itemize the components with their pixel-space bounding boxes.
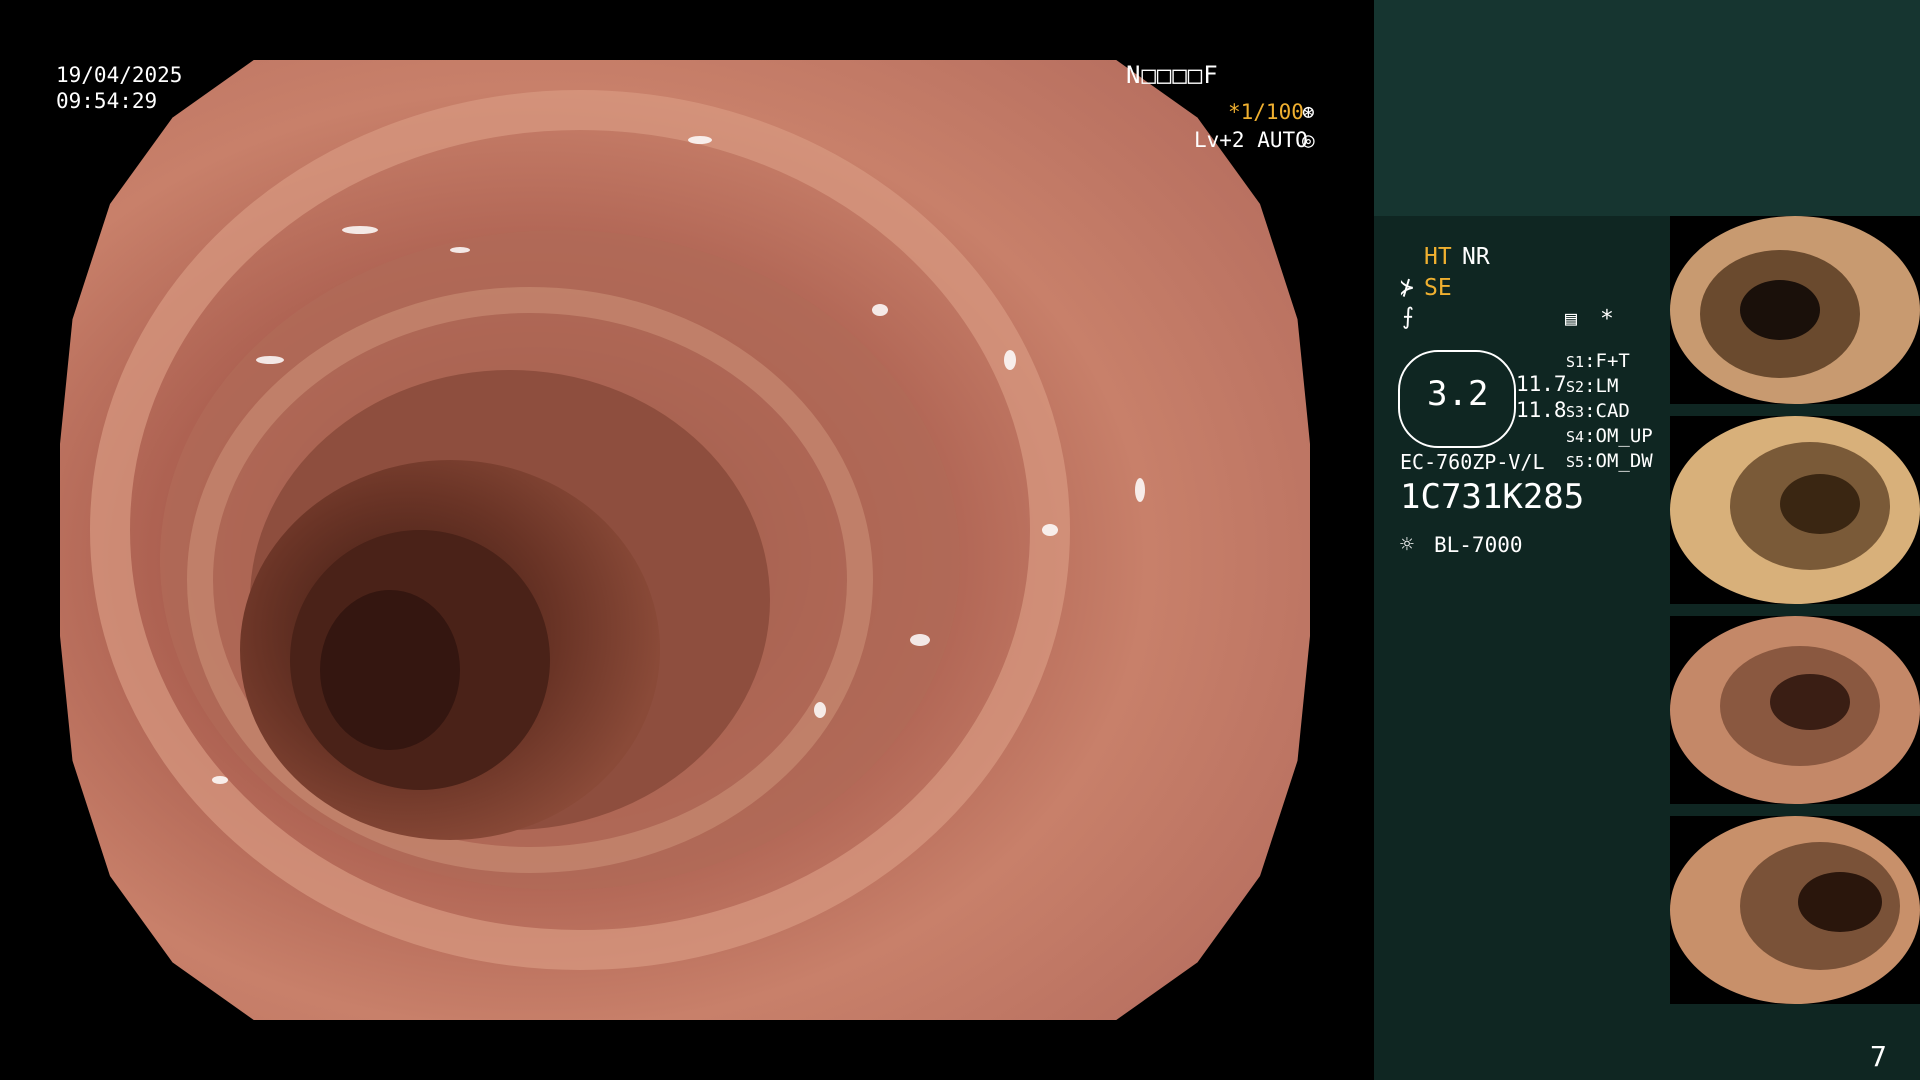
filter-icon: ⨍ bbox=[1402, 304, 1414, 330]
endoscope-view bbox=[60, 60, 1310, 1020]
scope-model: EC-760ZP-V/L bbox=[1400, 450, 1545, 474]
shutter-label: *1/100 bbox=[1228, 100, 1304, 124]
device-id-label: N□□□□F bbox=[1126, 61, 1219, 89]
panel-header bbox=[1374, 0, 1920, 216]
setting-s5: S5:OM_DW bbox=[1566, 450, 1653, 472]
light-source-label: BL-7000 bbox=[1434, 533, 1523, 557]
setting-s1: S1:F+T bbox=[1566, 350, 1630, 372]
ht-indicator: HT bbox=[1424, 244, 1452, 270]
thumbnail-1[interactable] bbox=[1670, 216, 1920, 404]
setting-s3: S3:CAD bbox=[1566, 400, 1630, 422]
value-1: 11.7 bbox=[1516, 372, 1567, 396]
structure-enhance-icon: ⊁ bbox=[1400, 275, 1414, 301]
light-source-icon: ☼ bbox=[1400, 532, 1414, 558]
setting-s4: S4:OM_UP bbox=[1566, 425, 1653, 447]
setting-s2: S2:LM bbox=[1566, 375, 1619, 397]
date-label: 19/04/2025 bbox=[56, 63, 183, 87]
se-indicator: SE bbox=[1424, 275, 1452, 301]
zoom-value: 3.2 bbox=[1427, 374, 1489, 414]
nr-indicator: NR bbox=[1462, 244, 1490, 270]
iris-icon: ◎ bbox=[1302, 128, 1315, 152]
value-2: 11.8 bbox=[1516, 398, 1567, 422]
iris-label: Lv+2 AUTO bbox=[1194, 128, 1308, 152]
white-balance-icon: ▤ bbox=[1565, 306, 1578, 330]
aperture-icon: ⊛ bbox=[1302, 100, 1315, 124]
page-number: 7 bbox=[1870, 1040, 1887, 1073]
thumbnail-2[interactable] bbox=[1670, 416, 1920, 604]
thumbnail-3[interactable] bbox=[1670, 616, 1920, 804]
star-indicator: * bbox=[1600, 306, 1614, 332]
thumbnail-4[interactable] bbox=[1670, 816, 1920, 1004]
time-label: 09:54:29 bbox=[56, 89, 158, 113]
scope-serial: 1C731K285 bbox=[1400, 477, 1585, 517]
